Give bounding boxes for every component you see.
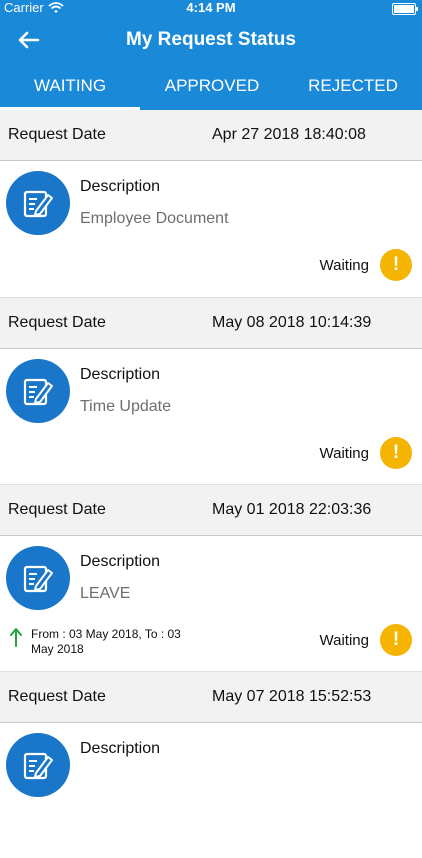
request-date-label: Request Date <box>8 314 106 331</box>
request-item[interactable]: Request Date Apr 27 2018 18:40:08 Descri… <box>0 110 422 297</box>
description-label: Description <box>80 366 161 383</box>
status-bar: Carrier 4:14 PM <box>0 0 422 16</box>
edit-document-icon <box>6 733 70 797</box>
status-label: Waiting <box>319 632 369 649</box>
request-date-row: Request Date May 08 2018 10:14:39 <box>0 297 422 349</box>
arrow-up-icon <box>10 627 22 652</box>
request-card[interactable]: Description <box>0 723 422 858</box>
nav-bar: My Request Status <box>0 16 422 64</box>
description-label: Description <box>80 740 161 757</box>
exclamation-icon: ! <box>380 624 412 656</box>
edit-document-icon <box>6 171 70 235</box>
edit-document-icon <box>6 546 70 610</box>
edit-document-icon <box>6 359 70 423</box>
request-date-row: Request Date Apr 27 2018 18:40:08 <box>0 110 422 161</box>
tab-rejected[interactable]: REJECTED <box>284 64 422 110</box>
exclamation-icon: ! <box>380 437 412 469</box>
description-label: Description <box>80 178 161 195</box>
request-date-value: Apr 27 2018 18:40:08 <box>212 126 366 143</box>
request-card[interactable]: Description Time Update Waiting ! <box>0 349 422 484</box>
request-item[interactable]: Request Date May 08 2018 10:14:39 Descri… <box>0 297 422 484</box>
tab-waiting[interactable]: WAITING <box>0 64 140 110</box>
tab-approved[interactable]: APPROVED <box>140 64 284 110</box>
clock: 4:14 PM <box>186 0 236 15</box>
leave-date-range: From : 03 May 2018, To : 03 May 2018 <box>31 627 181 656</box>
description-value: Time Update <box>80 398 171 415</box>
description-label: Description <box>80 553 161 570</box>
request-date-value: May 07 2018 15:52:53 <box>212 688 372 705</box>
request-date-label: Request Date <box>8 501 106 518</box>
tab-bar: WAITING APPROVED REJECTED <box>0 64 422 110</box>
status-label: Waiting <box>319 445 369 462</box>
request-item[interactable]: Request Date May 07 2018 15:52:53 Descri… <box>0 671 422 858</box>
page-title: My Request Status <box>126 29 296 50</box>
request-date-label: Request Date <box>8 688 106 705</box>
exclamation-icon: ! <box>380 249 412 281</box>
request-date-value: May 08 2018 10:14:39 <box>212 314 372 331</box>
description-value: LEAVE <box>80 585 131 602</box>
request-item[interactable]: Request Date May 01 2018 22:03:36 Descri… <box>0 484 422 671</box>
request-card[interactable]: Description LEAVE From : 03 May 2018, To… <box>0 536 422 671</box>
request-date-label: Request Date <box>8 126 106 143</box>
description-value: Employee Document <box>80 210 229 227</box>
request-list[interactable]: Request Date Apr 27 2018 18:40:08 Descri… <box>0 110 422 858</box>
request-date-row: Request Date May 07 2018 15:52:53 <box>0 671 422 723</box>
status-label: Waiting <box>319 257 369 274</box>
request-card[interactable]: Description Employee Document Waiting ! <box>0 161 422 296</box>
request-date-value: May 01 2018 22:03:36 <box>212 501 372 518</box>
request-date-row: Request Date May 01 2018 22:03:36 <box>0 484 422 536</box>
battery-icon <box>392 3 418 15</box>
